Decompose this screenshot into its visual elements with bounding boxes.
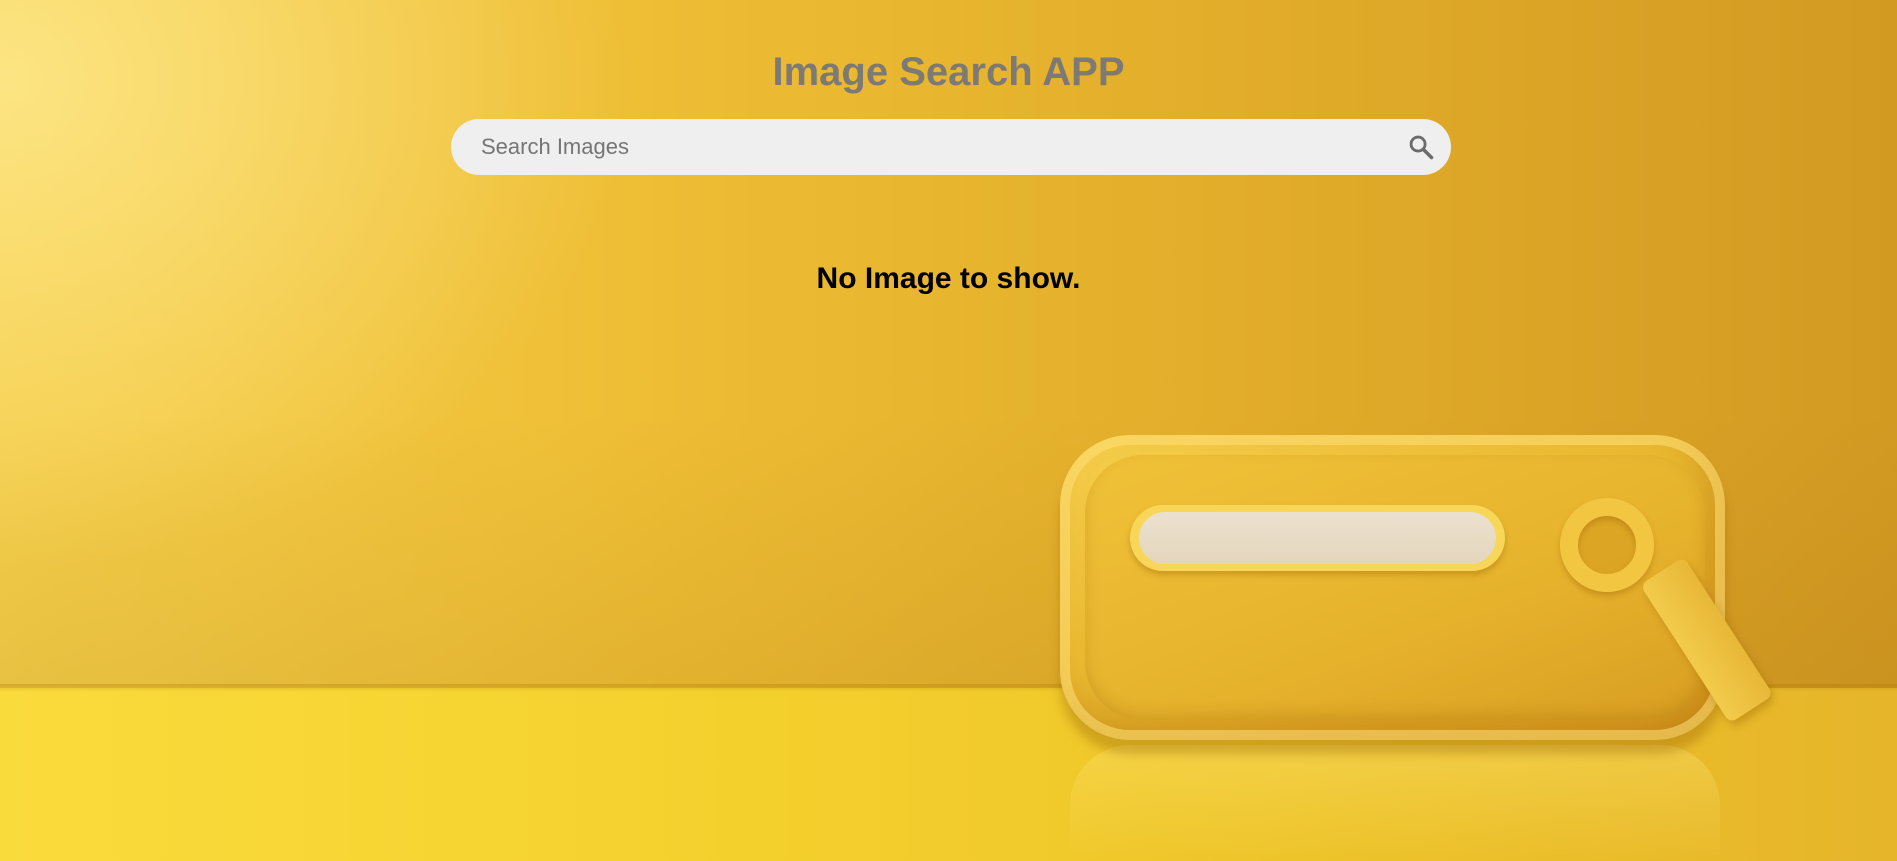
search-icon: [1401, 133, 1441, 161]
decorative-reflection: [1070, 745, 1720, 861]
search-button[interactable]: [1401, 127, 1441, 167]
search-form: [451, 119, 1451, 175]
page-title: Image Search APP: [772, 50, 1125, 94]
decorative-search-field-inner: [1139, 512, 1496, 564]
search-input[interactable]: [451, 119, 1391, 175]
empty-results-message: No Image to show.: [816, 262, 1081, 295]
decorative-magnifier-icon: [1560, 498, 1654, 592]
